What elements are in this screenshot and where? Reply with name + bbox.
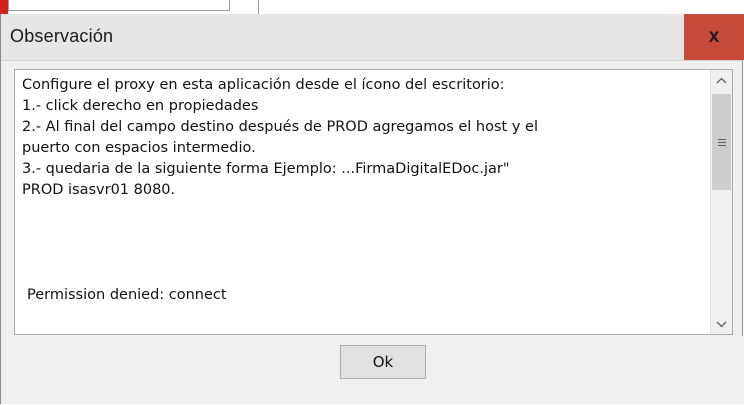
scroll-down-button[interactable] [711, 314, 732, 334]
grip-icon [717, 137, 726, 148]
message-text: Configure el proxy en esta aplicación de… [22, 75, 707, 201]
close-icon: x [708, 26, 720, 47]
background-accent [0, 0, 8, 14]
observation-dialog: Observación x Configure el proxy en esta… [0, 14, 744, 404]
message-line: puerto con espacios intermedio. [22, 140, 256, 156]
chevron-down-icon [716, 321, 727, 327]
scroll-up-button[interactable] [711, 70, 732, 90]
message-line: Configure el proxy en esta aplicación de… [22, 77, 505, 93]
message-area[interactable]: Configure el proxy en esta aplicación de… [14, 69, 733, 335]
message-line: 1.- click derecho en propiedades [22, 98, 259, 114]
dialog-footer: Ok [1, 336, 744, 404]
background-field [8, 0, 230, 11]
dialog-titlebar[interactable]: Observación x [1, 14, 744, 61]
scroll-thumb[interactable] [712, 94, 731, 190]
message-line: 3.- quedaria de la siguiente forma Ejemp… [22, 161, 510, 177]
ok-button[interactable]: Ok [340, 345, 426, 379]
close-button[interactable]: x [684, 14, 744, 60]
vertical-scrollbar[interactable] [710, 70, 732, 334]
dialog-title: Observación [10, 26, 114, 46]
chevron-up-icon [716, 77, 727, 83]
background-window [0, 0, 744, 14]
error-message: Permission denied: connect [27, 287, 227, 303]
background-divider [258, 0, 259, 14]
message-line: PROD isasvr01 8080. [22, 182, 176, 198]
message-line: 2.- Al final del campo destino después d… [22, 119, 538, 135]
